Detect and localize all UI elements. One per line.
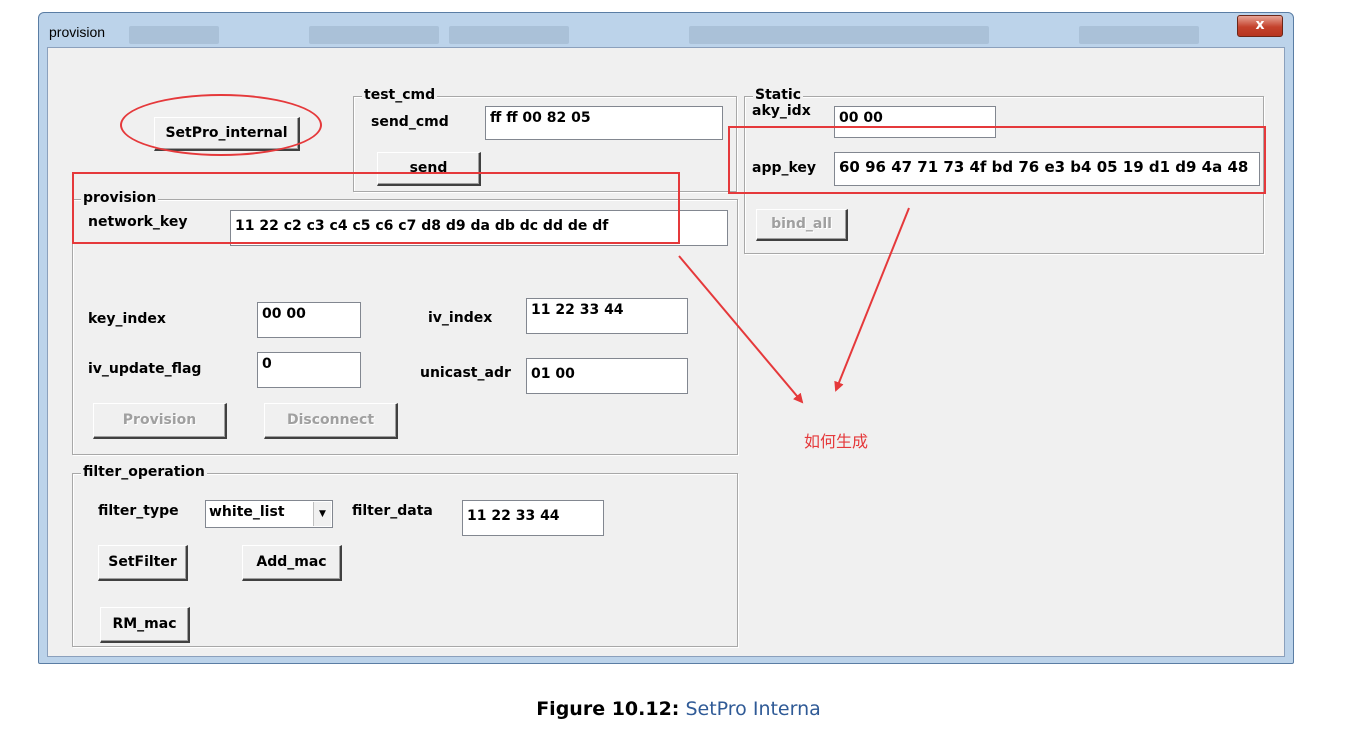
annotation-note: 如何生成	[804, 432, 869, 451]
caption-separator: :	[671, 698, 680, 720]
caption-text: SetPro Interna	[685, 698, 821, 720]
caption-label: Figure 10.12	[536, 698, 672, 720]
figure-caption: Figure 10.12: SetPro Interna	[0, 698, 1357, 720]
annotation-arrow-right	[834, 207, 910, 392]
annotation-arrow-left	[678, 255, 804, 404]
annotation-arrows	[678, 207, 910, 404]
